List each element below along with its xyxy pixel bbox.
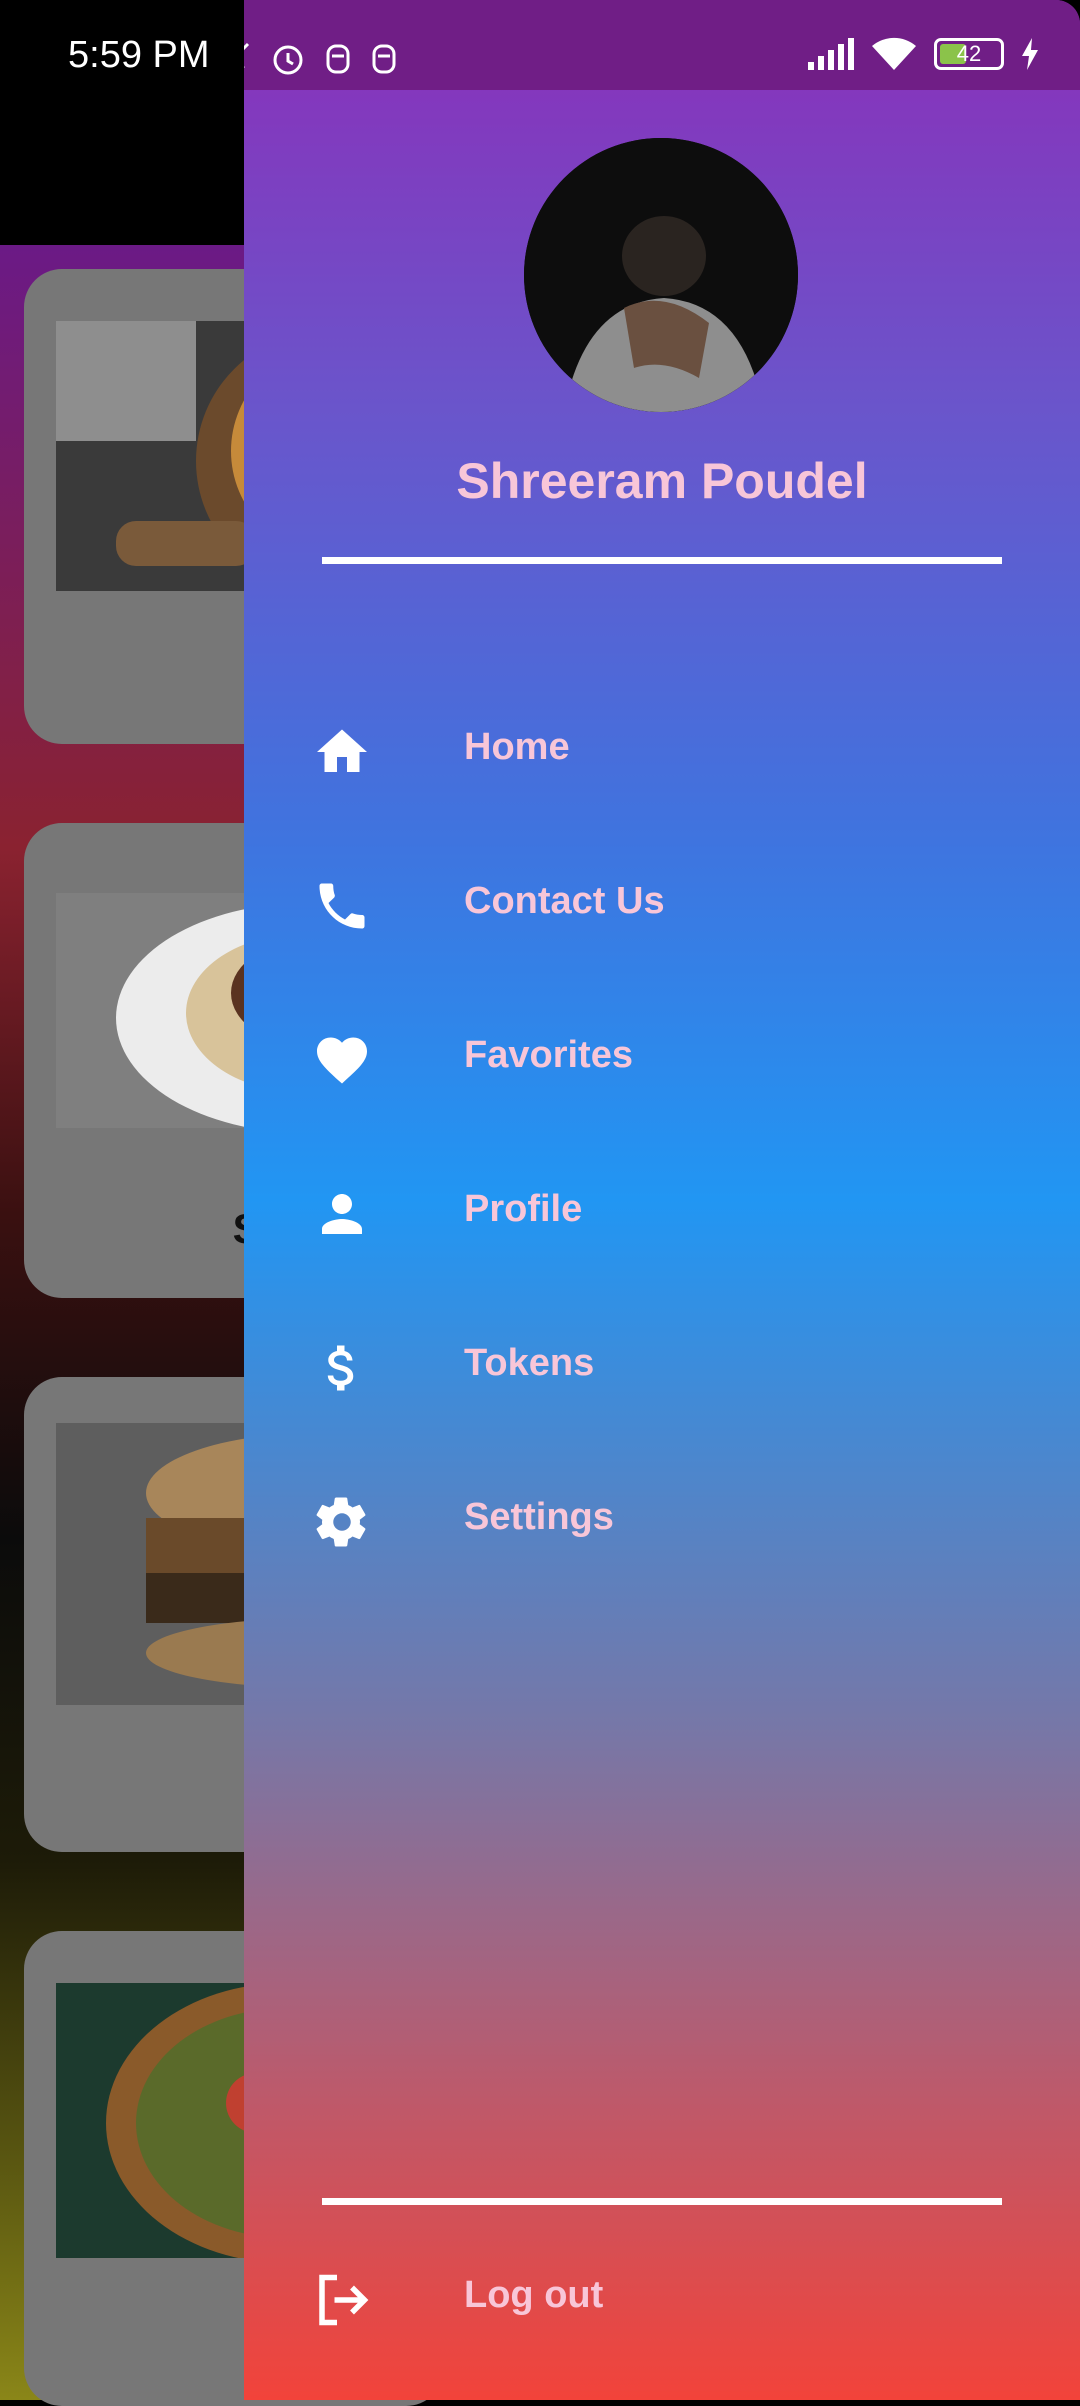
menu-label: Favorites (464, 1034, 633, 1076)
logout-button[interactable]: Log out (244, 2240, 1080, 2360)
divider (322, 2198, 1002, 2205)
divider (322, 557, 1002, 564)
menu-item-contact-us[interactable]: Contact Us (244, 846, 1080, 966)
menu-item-tokens[interactable]: Tokens (244, 1308, 1080, 1428)
status-time: 5:59 PM (68, 34, 210, 76)
notif-icon (326, 44, 350, 74)
charging-icon (1022, 38, 1038, 70)
signal-icon (808, 38, 854, 70)
menu-label: Tokens (464, 1342, 595, 1384)
heart-icon (317, 1037, 367, 1084)
menu-item-favorites[interactable]: Favorites (244, 1000, 1080, 1120)
logout-icon (319, 2274, 369, 2326)
logout-label: Log out (464, 2274, 604, 2316)
mute-icon (244, 42, 250, 68)
person-icon (322, 1194, 362, 1234)
gear-icon (316, 1497, 366, 1547)
battery-level: 42 (956, 41, 982, 66)
avatar[interactable] (524, 138, 798, 412)
home-icon (317, 729, 367, 772)
phone-icon (319, 883, 365, 929)
alarm-icon (273, 45, 303, 75)
menu-item-settings[interactable]: Settings (244, 1462, 1080, 1582)
menu-item-profile[interactable]: Profile (244, 1154, 1080, 1274)
dollar-icon (327, 1345, 354, 1391)
profile-photo (524, 138, 798, 412)
status-bar: 5:59 PM (0, 0, 244, 120)
menu-label: Settings (464, 1496, 614, 1538)
user-name: Shreeram Poudel (456, 453, 868, 509)
menu-label: Contact Us (464, 880, 665, 922)
menu-item-home[interactable]: Home (244, 692, 1080, 812)
wifi-icon (872, 37, 916, 70)
navigation-drawer: 42 Shreeram Poudel Home Contact Us Favor… (244, 0, 1080, 2400)
notif-icon (372, 44, 396, 74)
battery-icon: 42 (934, 38, 1004, 70)
status-bar-right: 42 (244, 0, 1080, 90)
menu-label: Profile (464, 1188, 583, 1230)
menu-label: Home (464, 726, 570, 768)
